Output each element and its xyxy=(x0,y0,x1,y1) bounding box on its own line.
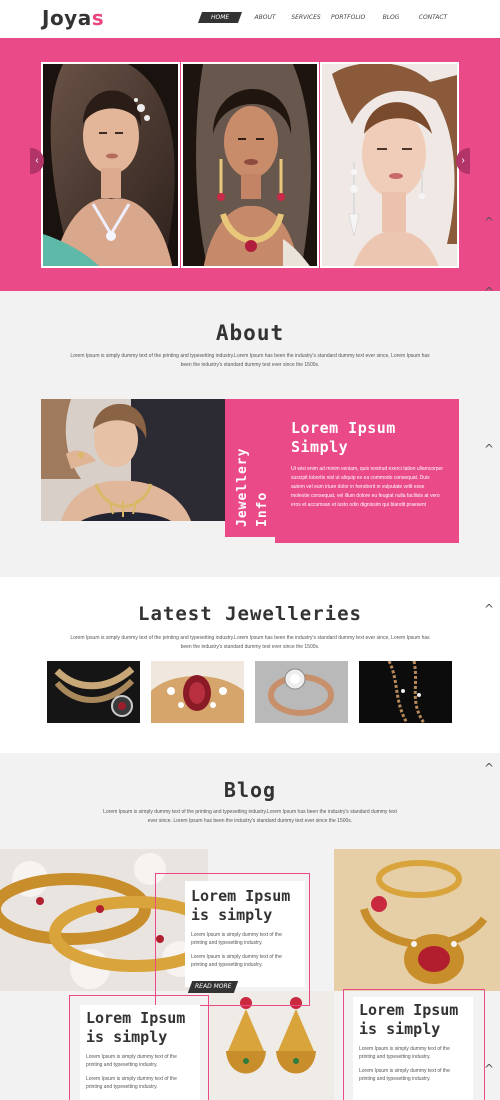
blog-section: Blog Lorem Ipsum is simply dummy text of… xyxy=(0,753,500,1100)
hero-slider: ‹ › xyxy=(0,38,500,291)
blog-post-3-text-1: Lorem Ipsum is simply dummy text of the … xyxy=(359,1046,450,1060)
scroll-up-icon[interactable]: ^ xyxy=(484,602,494,616)
blog-post-1: Lorem Ipsum is simply Lorem Ipsum is sim… xyxy=(185,881,305,987)
hero-image-2 xyxy=(181,62,319,268)
blog-post-2: Lorem Ipsum is simply Lorem Ipsum is sim… xyxy=(80,1005,200,1100)
latest-description: Lorem Ipsum is simply dummy text of the … xyxy=(70,635,430,650)
about-description: Lorem Ipsum is simply dummy text of the … xyxy=(70,353,430,368)
about-title: About xyxy=(215,321,285,345)
blog-title: Blog xyxy=(223,778,277,802)
hero-image-1 xyxy=(41,62,180,268)
latest-section: Latest Jewelleries Lorem Ipsum is simply… xyxy=(0,577,500,753)
jewellery-item-2[interactable] xyxy=(151,661,244,723)
logo-text-accent: s xyxy=(91,6,105,30)
latest-title: Latest Jewelleries xyxy=(138,603,362,625)
blog-post-3: Lorem Ipsum is simply Lorem Ipsum is sim… xyxy=(353,997,473,1100)
nav-portfolio[interactable]: PORTFOLIO xyxy=(331,12,365,23)
blog-post-1-text-1: Lorem Ipsum is simply dummy text of the … xyxy=(191,932,282,946)
blog-description: Lorem Ipsum is simply dummy text of the … xyxy=(103,809,397,824)
jewellery-info-tab: Jewellery Info xyxy=(225,399,275,537)
nav-about[interactable]: ABOUT xyxy=(252,12,278,23)
blog-image-earrings xyxy=(208,991,334,1100)
nav-contact[interactable]: CONTACT xyxy=(418,12,448,23)
jewellery-item-4[interactable] xyxy=(359,661,452,723)
scroll-up-icon[interactable]: ^ xyxy=(484,761,494,775)
site-header: Joyas HOME ABOUT SERVICES PORTFOLIO BLOG… xyxy=(0,0,500,38)
blog-image-necklace xyxy=(334,849,500,991)
blog-post-3-text-2: Lorem Ipsum is simply dummy text of the … xyxy=(359,1068,450,1082)
blog-post-2-text-1: Lorem Ipsum is simply dummy text of the … xyxy=(86,1054,177,1068)
about-section: About Lorem Ipsum is simply dummy text o… xyxy=(0,291,500,577)
nav-home[interactable]: HOME xyxy=(197,12,243,23)
about-info-card: Lorem Ipsum Simply Ut wisi enim ad minim… xyxy=(275,399,459,543)
blog-post-3-title: Lorem Ipsum is simply xyxy=(359,1001,459,1038)
about-card-title: Lorem Ipsum Simply xyxy=(291,419,396,456)
scroll-up-icon[interactable]: ^ xyxy=(484,442,494,456)
site-logo[interactable]: Joyas xyxy=(42,6,104,30)
nav-services[interactable]: SERVICES xyxy=(291,12,321,23)
blog-post-1-text-2: Lorem Ipsum is simply dummy text of the … xyxy=(191,954,282,968)
jewellery-item-3[interactable] xyxy=(255,661,348,723)
jewellery-info-label: Jewellery Info xyxy=(235,447,270,527)
jewellery-item-1[interactable] xyxy=(47,661,140,723)
about-card-text: Ut wisi enim ad minim veniam, quis nostr… xyxy=(291,466,444,508)
logo-text-main: Joya xyxy=(42,6,92,30)
about-image xyxy=(41,399,225,521)
main-nav: HOME ABOUT SERVICES PORTFOLIO BLOG CONTA… xyxy=(197,12,448,23)
read-more-button[interactable]: READ MORE xyxy=(187,981,239,993)
blog-post-1-title: Lorem Ipsum is simply xyxy=(191,887,291,924)
hero-image-3 xyxy=(320,62,459,268)
nav-blog[interactable]: BLOG xyxy=(382,12,400,23)
blog-post-2-title: Lorem Ipsum is simply xyxy=(86,1009,186,1046)
scroll-up-icon[interactable]: ^ xyxy=(484,1062,494,1076)
scroll-up-icon[interactable]: ^ xyxy=(484,215,494,229)
blog-post-2-text-2: Lorem Ipsum is simply dummy text of the … xyxy=(86,1076,177,1090)
